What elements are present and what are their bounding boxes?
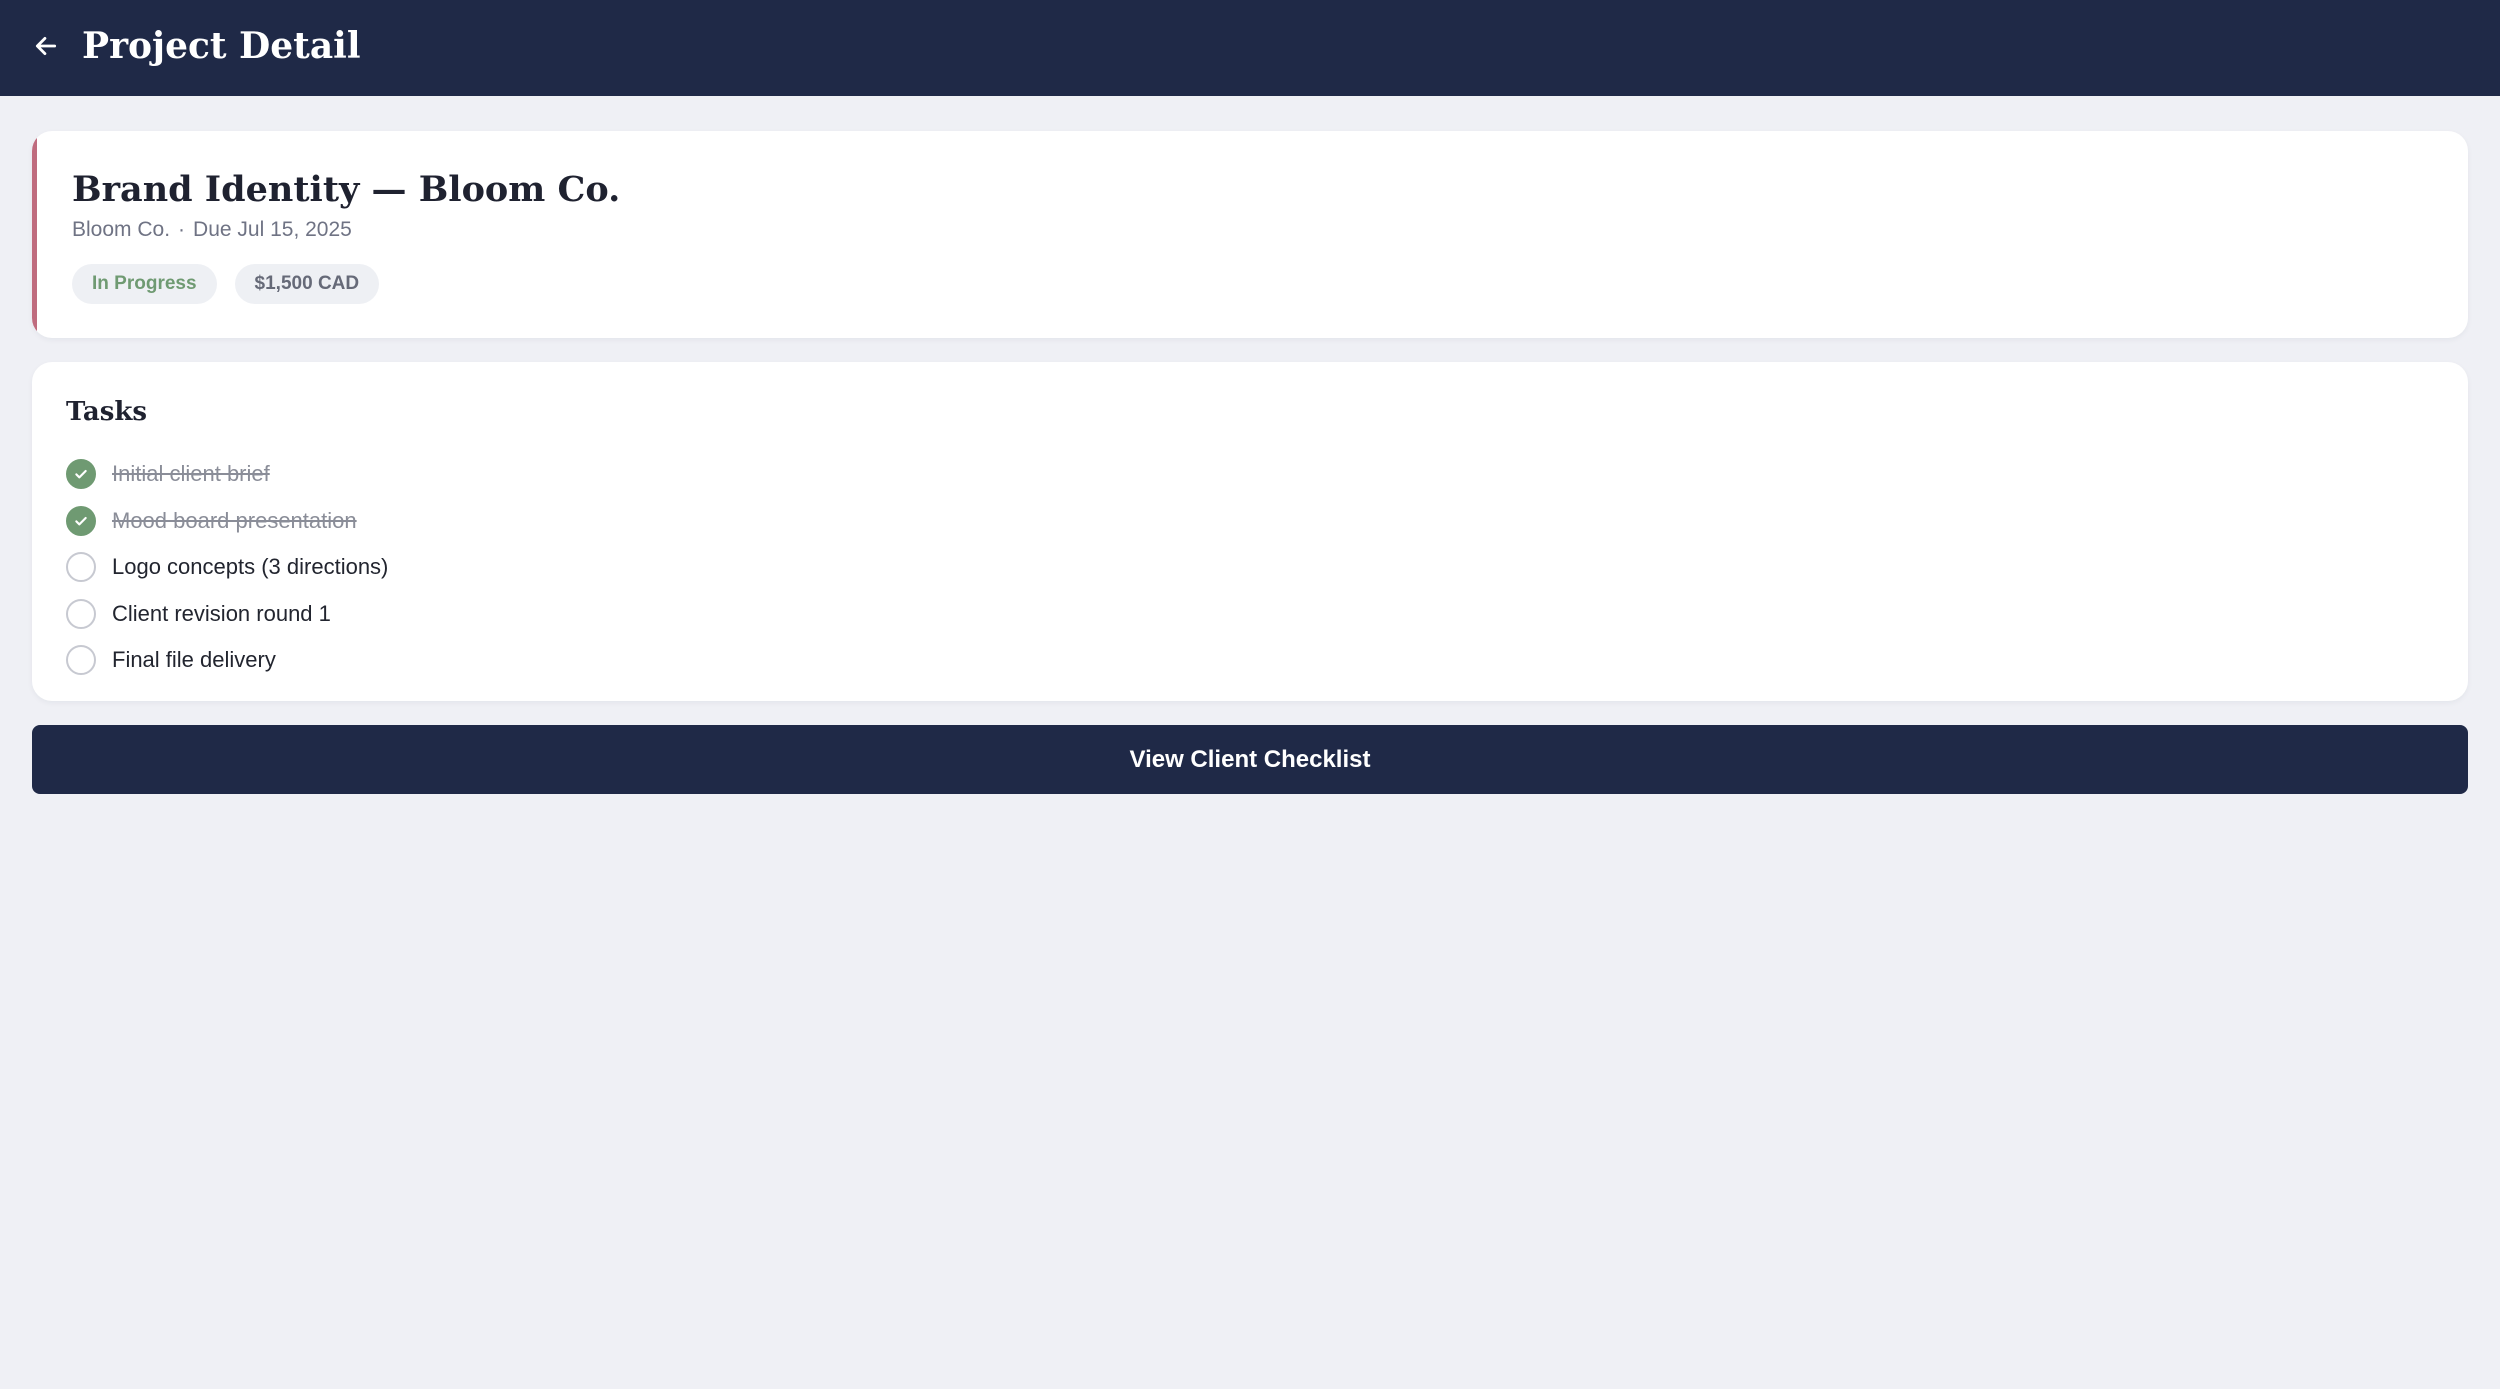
meta-separator: · — [178, 218, 186, 241]
client-name: Bloom Co. — [72, 218, 171, 241]
top-bar: Project Detail — [0, 0, 2500, 96]
tasks-card: Tasks Initial client brief Mood board pre… — [32, 362, 2468, 701]
project-summary-card: Brand Identity — Bloom Co. Bloom Co. · Due… — [32, 131, 2468, 338]
task-checkbox[interactable] — [66, 645, 96, 676]
task-checkbox-checked[interactable] — [66, 505, 96, 536]
task-label: Final file delivery — [112, 647, 276, 673]
page-title: Project Detail — [82, 25, 361, 67]
task-item[interactable]: Initial client brief — [66, 451, 388, 498]
task-checkbox[interactable] — [66, 598, 96, 629]
checkmark-icon — [75, 470, 87, 479]
card-accent-bar — [32, 131, 37, 338]
project-title: Brand Identity — Bloom Co. — [72, 169, 621, 210]
tasks-heading: Tasks — [66, 397, 147, 427]
project-badges: In Progress $1,500 CAD — [72, 264, 380, 304]
arrow-left-icon — [35, 37, 57, 55]
checkmark-icon — [75, 516, 87, 526]
task-item[interactable]: Final file delivery — [66, 637, 388, 684]
budget-badge: $1,500 CAD — [234, 264, 380, 304]
task-item[interactable]: Client revision round 1 — [66, 591, 388, 638]
project-meta: Bloom Co. · Due Jul 15, 2025 — [72, 215, 352, 245]
task-checkbox-checked[interactable] — [66, 459, 96, 490]
view-client-checklist-button[interactable]: View Client Checklist — [32, 725, 2468, 794]
task-item[interactable]: Mood board presentation — [66, 498, 388, 545]
back-button[interactable] — [28, 28, 64, 64]
due-date: Due Jul 15, 2025 — [193, 218, 352, 241]
task-label: Logo concepts (3 directions) — [112, 554, 389, 580]
task-list: Initial client brief Mood board presentat… — [66, 451, 388, 684]
status-badge: In Progress — [72, 264, 217, 304]
task-label: Mood board presentation — [112, 507, 357, 533]
task-item[interactable]: Logo concepts (3 directions) — [66, 544, 388, 591]
task-label: Initial client brief — [112, 461, 270, 487]
task-label: Client revision round 1 — [112, 600, 331, 626]
task-checkbox[interactable] — [66, 552, 96, 583]
